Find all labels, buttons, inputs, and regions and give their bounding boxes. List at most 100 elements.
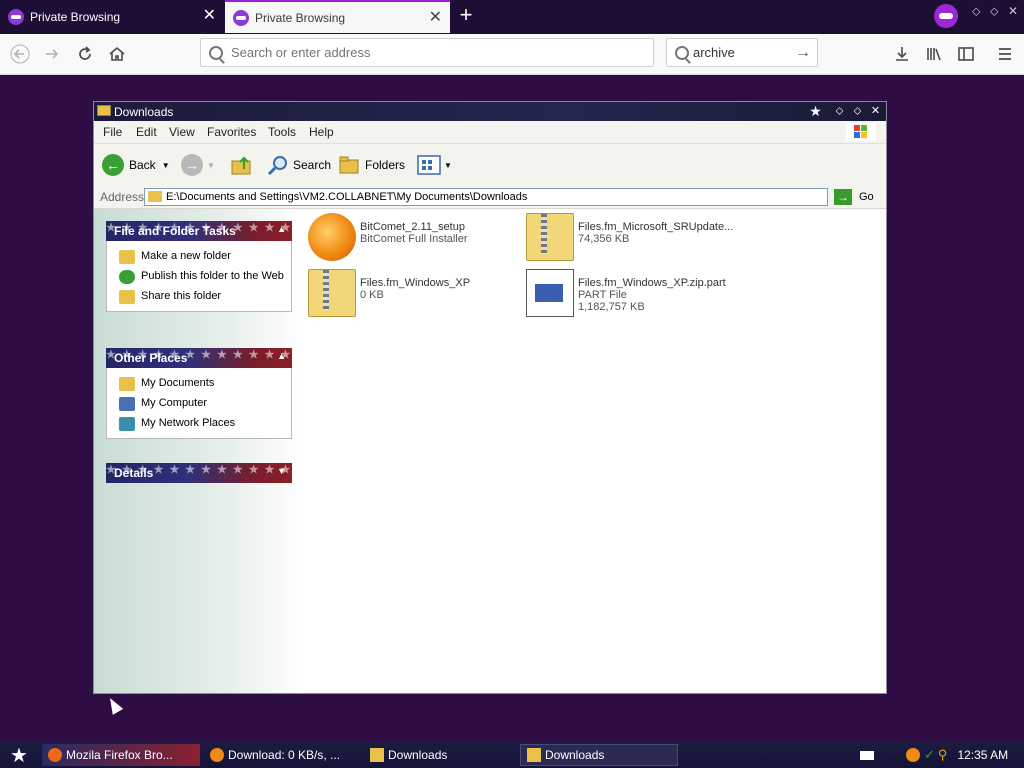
network-tray-icon[interactable]: ✓ [924, 747, 935, 763]
close-tab-icon[interactable]: ✕ [429, 10, 442, 26]
folders-icon [339, 156, 359, 174]
explorer-title-bar[interactable]: Downloads ★ ⬦ ⬦ ✕ [94, 102, 886, 121]
forward-button[interactable]: → ▼ [181, 152, 215, 178]
my-documents-icon [119, 377, 135, 391]
private-mask-icon [233, 9, 249, 26]
bitcomet-icon [308, 213, 356, 261]
panel-title: File and Folder Tasks [114, 224, 236, 238]
task-share-folder[interactable]: Share this folder [107, 287, 291, 307]
place-my-documents[interactable]: My Documents [107, 374, 291, 394]
search-label: Search [293, 158, 332, 172]
file-item[interactable]: BitComet_2.11_setup BitComet Full Instal… [308, 213, 468, 265]
taskbar-item-firefox[interactable]: Mozila Firefox Bro... [42, 744, 200, 766]
search-button[interactable]: Search [266, 152, 331, 178]
panel-title: Details [114, 466, 154, 480]
menu-file[interactable]: File [103, 125, 122, 139]
system-tray: ✓ ⚲ 12:35 AM [852, 742, 1024, 768]
reload-icon[interactable] [73, 42, 97, 66]
file-item[interactable]: Files.fm_Windows_XP 0 KB [308, 269, 470, 321]
window-minimize-icon[interactable]: ⬦ [972, 4, 980, 19]
go-button[interactable]: → Go [834, 188, 874, 206]
file-folder-tasks-panel: ★★★★★★★★★★★★ File and Folder Tasks ▲ Mak… [106, 221, 292, 312]
file-name: BitComet_2.11_setup [360, 221, 465, 233]
shared-folder-icon [119, 290, 135, 304]
window-restore-icon[interactable]: ⬦ [990, 4, 998, 19]
dropdown-arrow-icon[interactable]: ▼ [207, 161, 215, 170]
search-go-arrow-icon[interactable]: → [795, 44, 811, 62]
tab-private-browsing-1[interactable]: Private Browsing ✕ [0, 0, 224, 33]
part-file-icon [526, 269, 574, 317]
windows-logo-icon [846, 123, 876, 141]
collapse-chevron-icon[interactable]: ▲ [277, 224, 286, 234]
download-icon[interactable] [890, 42, 914, 66]
window-close-icon[interactable]: ✕ [1008, 4, 1018, 18]
close-tab-icon[interactable]: ✕ [203, 8, 216, 24]
go-arrow-icon: → [834, 189, 852, 205]
folders-label: Folders [365, 158, 406, 172]
sidebar-icon[interactable] [954, 42, 978, 66]
new-tab-button[interactable]: + [455, 4, 477, 27]
address-field[interactable]: E:\Documents and Settings\VM2.COLLABNET\… [144, 188, 828, 206]
search-bar[interactable]: archive → [666, 38, 818, 67]
panel-header[interactable]: ★★★★★★★★★★★★ Other Places ▲ [106, 348, 292, 368]
star-icon: ★ [809, 103, 822, 119]
panel-header[interactable]: ★★★★★★★★★★★★ Details ▼ [106, 463, 292, 483]
url-bar[interactable] [200, 38, 654, 67]
menu-favorites[interactable]: Favorites [207, 125, 256, 139]
folder-icon [527, 748, 541, 762]
collapse-chevron-icon[interactable]: ▲ [277, 351, 286, 361]
task-make-new-folder[interactable]: Make a new folder [107, 247, 291, 267]
search-input[interactable]: archive [693, 45, 795, 60]
task-label: Make a new folder [141, 250, 231, 262]
explorer-menu-bar: File Edit View Favorites Tools Help [94, 121, 886, 144]
home-icon[interactable] [105, 42, 129, 66]
task-pane: ★★★★★★★★★★★★ File and Folder Tasks ▲ Mak… [94, 209, 304, 693]
taskbar: ★ Mozila Firefox Bro... Download: 0 KB/s… [0, 742, 1024, 768]
expand-chevron-icon[interactable]: ▼ [277, 466, 286, 476]
search-tray-icon[interactable]: ⚲ [938, 747, 948, 763]
place-my-computer[interactable]: My Computer [107, 394, 291, 414]
tab-private-browsing-2[interactable]: Private Browsing ✕ [225, 0, 450, 33]
menu-view[interactable]: View [169, 125, 195, 139]
place-my-network-places[interactable]: My Network Places [107, 414, 291, 434]
address-value: E:\Documents and Settings\VM2.COLLABNET\… [166, 191, 528, 203]
folder-icon [370, 748, 384, 762]
forward-arrow-icon[interactable] [40, 42, 64, 66]
file-item[interactable]: Files.fm_Windows_XP.zip.part PART File 1… [526, 269, 726, 321]
url-input[interactable] [229, 44, 613, 61]
library-icon[interactable] [922, 42, 946, 66]
menu-help[interactable]: Help [309, 125, 334, 139]
place-label: My Computer [141, 397, 208, 409]
up-folder-button[interactable] [230, 152, 254, 178]
task-publish-folder[interactable]: Publish this folder to the Web [107, 267, 291, 287]
start-button[interactable]: ★ [4, 744, 38, 767]
file-size: 1,182,757 KB [578, 301, 645, 313]
window-title: Downloads [114, 105, 174, 119]
views-button[interactable]: ▼ [416, 152, 452, 178]
back-arrow-icon[interactable] [8, 42, 32, 66]
panel-title: Other Places [114, 351, 188, 365]
menu-edit[interactable]: Edit [136, 125, 157, 139]
back-button[interactable]: ← Back ▼ [102, 152, 170, 178]
taskbar-label: Downloads [388, 748, 448, 762]
close-button[interactable]: ✕ [868, 104, 883, 119]
file-size: 0 KB [360, 289, 384, 301]
minimize-button[interactable]: ⬦ [832, 104, 847, 119]
panel-header[interactable]: ★★★★★★★★★★★★ File and Folder Tasks ▲ [106, 221, 292, 241]
bitcomet-tray-icon[interactable] [906, 748, 920, 762]
dropdown-arrow-icon[interactable]: ▼ [162, 161, 170, 170]
taskbar-item-downloads-2[interactable]: Downloads [520, 744, 678, 766]
dropdown-arrow-icon[interactable]: ▼ [444, 161, 452, 170]
clock[interactable]: 12:35 AM [957, 748, 1008, 762]
file-item[interactable]: Files.fm_Microsoft_SRUpdate... 74,356 KB [526, 213, 733, 265]
taskbar-item-download[interactable]: Download: 0 KB/s, ... [204, 744, 360, 766]
maximize-button[interactable]: ⬦ [850, 104, 865, 119]
menu-tools[interactable]: Tools [268, 125, 296, 139]
folders-button[interactable]: Folders [338, 152, 405, 178]
file-name: Files.fm_Windows_XP.zip.part [578, 277, 726, 289]
up-folder-icon [231, 156, 251, 175]
tab-label: Private Browsing [255, 10, 346, 25]
keyboard-icon[interactable] [860, 750, 874, 760]
taskbar-item-downloads-1[interactable]: Downloads [364, 744, 516, 766]
hamburger-menu-icon[interactable] [993, 42, 1017, 66]
